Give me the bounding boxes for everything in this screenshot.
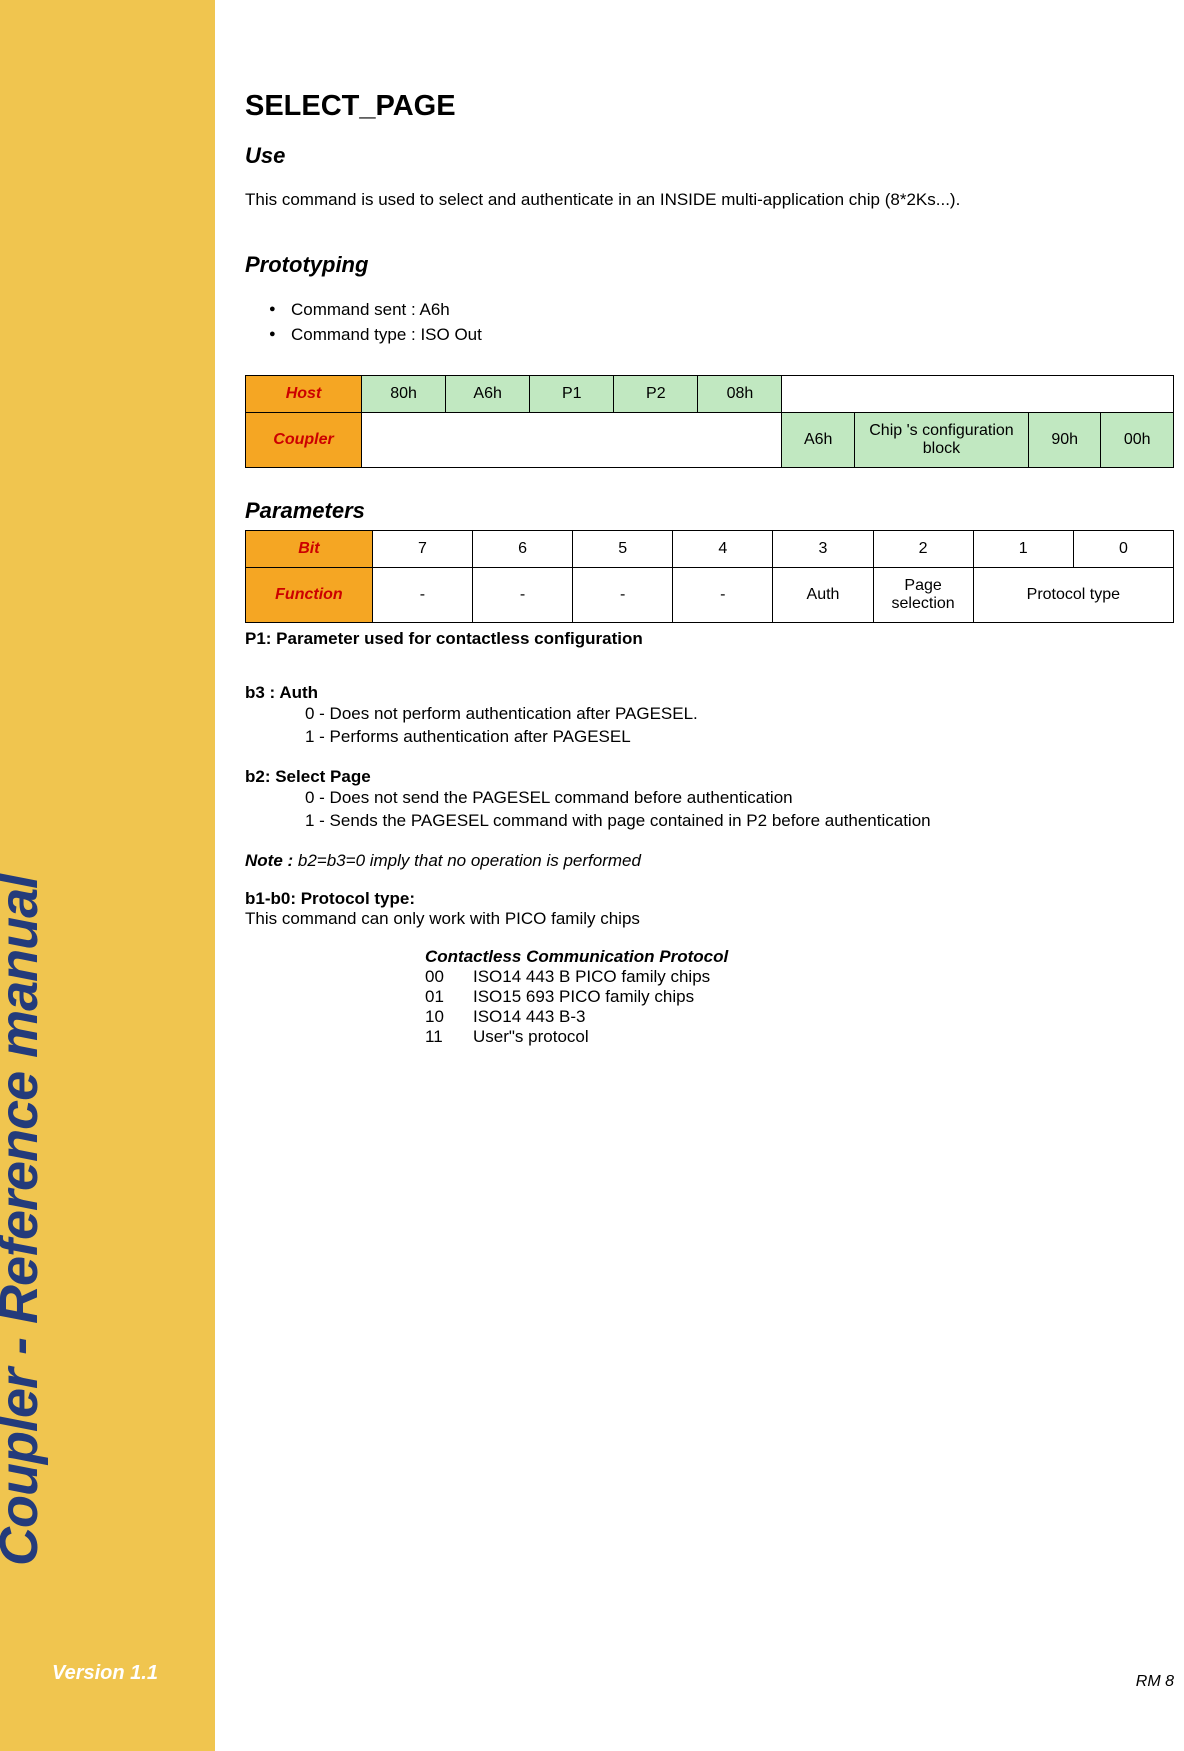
host-row: Host 80h A6h P1 P2 08h <box>246 376 1174 413</box>
note-body: b2=b3=0 imply that no operation is perfo… <box>298 851 641 870</box>
sidebar: Coupler - Reference manual Version 1.1 <box>0 0 215 1751</box>
parameters-heading: Parameters <box>245 498 1174 524</box>
host-cell: P1 <box>530 376 614 413</box>
host-cell: A6h <box>446 376 530 413</box>
function-cell: - <box>673 568 773 623</box>
bit-label: Bit <box>246 531 373 568</box>
bit-cell: 2 <box>873 531 973 568</box>
proto-code: 01 <box>425 987 473 1007</box>
proto-code: 11 <box>425 1027 473 1047</box>
host-label: Host <box>246 376 362 413</box>
coupler-blank <box>362 413 782 468</box>
proto-desc: ISO14 443 B PICO family chips <box>473 967 710 986</box>
b2-line0: 0 - Does not send the PAGESEL command be… <box>305 787 1174 810</box>
function-cell: Auth <box>773 568 873 623</box>
p1-line: P1: Parameter used for contactless confi… <box>245 629 1174 649</box>
b2-line1: 1 - Sends the PAGESEL command with page … <box>305 810 1174 833</box>
note-label: Note : <box>245 851 298 870</box>
function-label: Function <box>246 568 373 623</box>
coupler-label: Coupler <box>246 413 362 468</box>
sidebar-title: Coupler - Reference manual <box>0 875 50 1566</box>
prototyping-bullets: Command sent : A6h Command type : ISO Ou… <box>269 298 1174 347</box>
coupler-cell: 00h <box>1101 413 1174 468</box>
proto-heading: Contactless Communication Protocol <box>425 947 1174 967</box>
use-text: This command is used to select and authe… <box>245 189 1174 212</box>
bit-cell: 0 <box>1073 531 1173 568</box>
page-number: RM 8 <box>1136 1673 1174 1691</box>
b2-title: b2: Select Page <box>245 767 1174 787</box>
bit-cell: 3 <box>773 531 873 568</box>
coupler-cell: A6h <box>782 413 855 468</box>
b2-block: 0 - Does not send the PAGESEL command be… <box>305 787 1174 833</box>
proto-row: 11User"s protocol <box>425 1027 1174 1047</box>
parameters-table: Bit 7 6 5 4 3 2 1 0 Function - - - - Aut… <box>245 530 1174 623</box>
proto-desc: User"s protocol <box>473 1027 589 1046</box>
note: Note : b2=b3=0 imply that no operation i… <box>245 851 1174 871</box>
host-cell: 80h <box>362 376 446 413</box>
page-title: SELECT_PAGE <box>245 90 1174 123</box>
proto-list: 00ISO14 443 B PICO family chips 01ISO15 … <box>425 967 1174 1047</box>
coupler-cell: Chip 's configuration block <box>854 413 1028 468</box>
function-cell: - <box>372 568 472 623</box>
prototyping-heading: Prototyping <box>245 252 1174 278</box>
bit-cell: 4 <box>673 531 773 568</box>
bit-cell: 1 <box>973 531 1073 568</box>
bit-row: Bit 7 6 5 4 3 2 1 0 <box>246 531 1174 568</box>
host-cell: P2 <box>614 376 698 413</box>
proto-row: 00ISO14 443 B PICO family chips <box>425 967 1174 987</box>
coupler-row: Coupler A6h Chip 's configuration block … <box>246 413 1174 468</box>
proto-code: 00 <box>425 967 473 987</box>
host-cell: 08h <box>698 376 782 413</box>
bit-cell: 7 <box>372 531 472 568</box>
main-content: SELECT_PAGE Use This command is used to … <box>215 0 1184 1751</box>
use-heading: Use <box>245 143 1174 169</box>
b3-line0: 0 - Does not perform authentication afte… <box>305 703 1174 726</box>
bit-cell: 5 <box>573 531 673 568</box>
function-cell: Page selection <box>873 568 973 623</box>
b3-line1: 1 - Performs authentication after PAGESE… <box>305 726 1174 749</box>
function-cell: - <box>573 568 673 623</box>
version-label: Version 1.1 <box>52 1662 158 1685</box>
function-cell: Protocol type <box>973 568 1173 623</box>
b1b0-title: b1-b0: Protocol type: <box>245 889 1174 909</box>
b1b0-sub: This command can only work with PICO fam… <box>245 909 1174 929</box>
b3-block: 0 - Does not perform authentication afte… <box>305 703 1174 749</box>
proto-desc: ISO15 693 PICO family chips <box>473 987 694 1006</box>
function-row: Function - - - - Auth Page selection Pro… <box>246 568 1174 623</box>
function-cell: - <box>472 568 572 623</box>
b3-title: b3 : Auth <box>245 683 1174 703</box>
bullet-item: Command sent : A6h <box>269 298 1174 323</box>
coupler-cell: 90h <box>1028 413 1101 468</box>
bullet-item: Command type : ISO Out <box>269 323 1174 348</box>
proto-row: 10ISO14 443 B-3 <box>425 1007 1174 1027</box>
prototyping-table: Host 80h A6h P1 P2 08h Coupler A6h Chip … <box>245 375 1174 468</box>
bit-cell: 6 <box>472 531 572 568</box>
proto-desc: ISO14 443 B-3 <box>473 1007 585 1026</box>
proto-code: 10 <box>425 1007 473 1027</box>
host-blank <box>782 376 1174 413</box>
proto-row: 01ISO15 693 PICO family chips <box>425 987 1174 1007</box>
